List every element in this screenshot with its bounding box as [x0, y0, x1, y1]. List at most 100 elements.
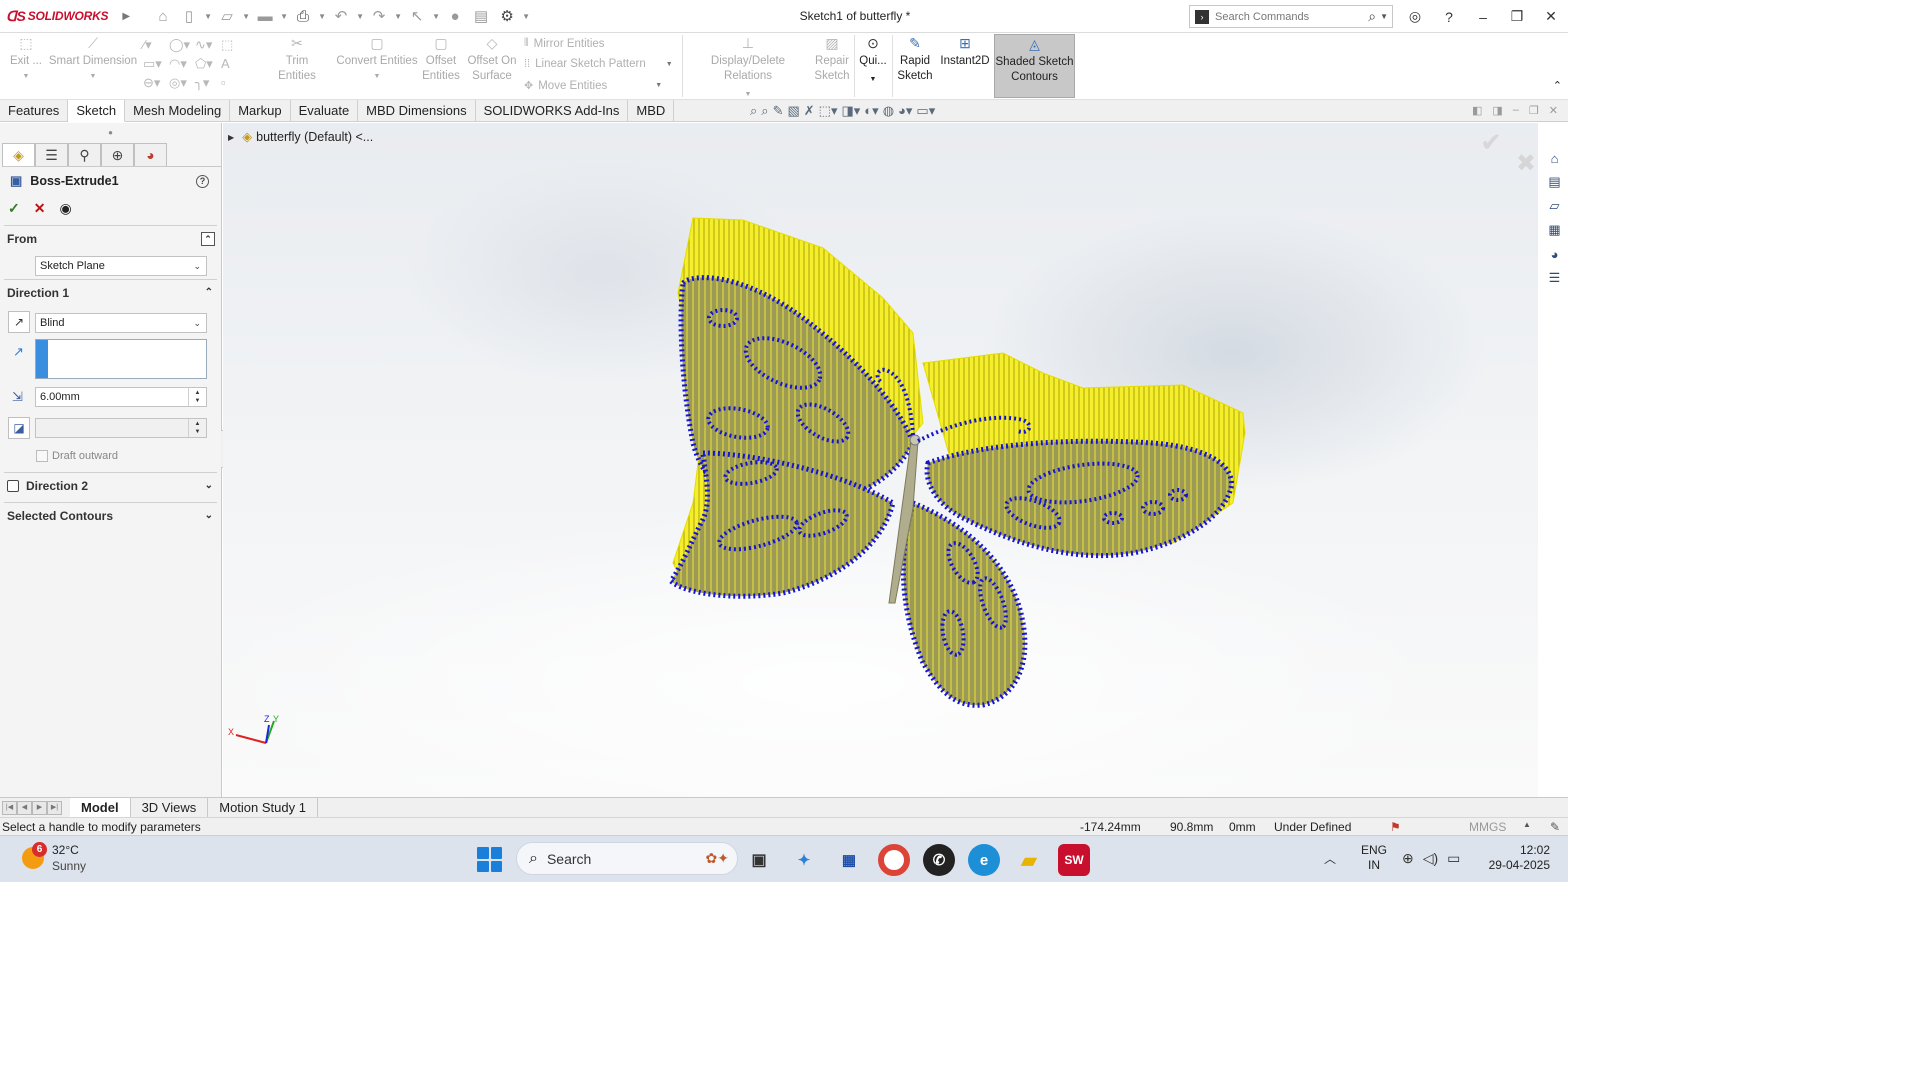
- file-explorer-icon[interactable]: ▰: [1013, 844, 1045, 876]
- search-icon[interactable]: ⌕: [1368, 8, 1376, 25]
- edge-icon[interactable]: e: [968, 844, 1000, 876]
- feature-manager-tab[interactable]: ◈: [2, 143, 35, 166]
- tab-mesh-modeling[interactable]: Mesh Modeling: [125, 100, 231, 122]
- tab-sketch[interactable]: Sketch: [68, 100, 126, 122]
- store-icon[interactable]: ▦: [833, 844, 865, 876]
- mirror-entities-button[interactable]: ⫴ Mirror Entities: [524, 37, 605, 50]
- close-button[interactable]: ✕: [1534, 8, 1568, 25]
- new-document-icon[interactable]: ▯: [178, 5, 200, 27]
- chevron-up-icon[interactable]: ▲: [1523, 820, 1531, 829]
- prev-tab-button[interactable]: ◀: [17, 800, 32, 815]
- tab-evaluate[interactable]: Evaluate: [291, 100, 359, 122]
- display-delete-relations-button[interactable]: ⊥ Display/Delete Relations ▼: [686, 36, 810, 102]
- panel-grip-icon[interactable]: ●: [0, 123, 221, 143]
- chevron-down-icon[interactable]: ▼: [242, 12, 250, 21]
- zoom-to-area-icon[interactable]: ⌕: [761, 103, 768, 119]
- direction2-checkbox[interactable]: [7, 479, 19, 492]
- view-orientation-icon[interactable]: ⬚▾: [819, 103, 838, 119]
- display-manager-tab[interactable]: ◕: [134, 143, 167, 166]
- rebuild-status-icon[interactable]: ⚑: [1390, 820, 1401, 834]
- next-tab-button[interactable]: ▶: [32, 800, 47, 815]
- chevron-down-icon[interactable]: ▼: [394, 12, 402, 21]
- property-manager-tab[interactable]: ☰: [35, 143, 68, 166]
- chevron-down-icon[interactable]: ▼: [1380, 12, 1388, 21]
- instant2d-button[interactable]: ⊞ Instant2D: [938, 36, 992, 69]
- convert-entities-button[interactable]: ▢ Convert Entities ▼: [335, 36, 419, 84]
- user-account-icon[interactable]: ◎: [1398, 8, 1432, 25]
- rapid-sketch-button[interactable]: ✎ Rapid Sketch: [896, 36, 934, 84]
- view-settings-icon[interactable]: ▭▾: [916, 103, 935, 119]
- section-view-icon[interactable]: ▧: [787, 103, 799, 119]
- configuration-manager-tab[interactable]: ⚲: [68, 143, 101, 166]
- from-select[interactable]: Sketch Plane ⌄: [35, 256, 207, 276]
- appearances-icon[interactable]: ◕: [1544, 244, 1566, 264]
- rectangle-icon[interactable]: ▭▾: [143, 56, 169, 72]
- whatsapp-icon[interactable]: ✆: [923, 844, 955, 876]
- last-tab-button[interactable]: ▶|: [47, 800, 62, 815]
- home-icon[interactable]: ⌂: [152, 5, 174, 27]
- edit-appearance-icon[interactable]: ◍: [883, 103, 894, 119]
- draft-angle-input[interactable]: ▲ ▼: [35, 418, 207, 438]
- previous-view-icon[interactable]: ✎: [773, 103, 784, 119]
- spline-icon[interactable]: ∿▾: [195, 37, 221, 53]
- open-folder-icon[interactable]: ▱: [216, 5, 238, 27]
- smart-dimension-button[interactable]: ⟋ Smart Dimension ▼: [48, 36, 138, 84]
- clock[interactable]: 12:02 29-04-2025: [1484, 843, 1550, 873]
- tab-solidworks-add-ins[interactable]: SOLIDWORKS Add-Ins: [476, 100, 629, 122]
- chevron-down-icon[interactable]: ▼: [318, 12, 326, 21]
- redo-icon[interactable]: ↷: [368, 5, 390, 27]
- chevron-down-icon[interactable]: ▼: [666, 61, 673, 68]
- direction1-group-header[interactable]: Direction 1 ⌃: [4, 279, 217, 305]
- collapse-ribbon-icon[interactable]: ⌃: [1553, 79, 1562, 92]
- select-cursor-icon[interactable]: ↖: [406, 5, 428, 27]
- cancel-button[interactable]: ✕: [34, 200, 46, 217]
- linear-sketch-pattern-button[interactable]: ⁞⁞ Linear Sketch Pattern ▼: [524, 58, 673, 70]
- tab-model[interactable]: Model: [70, 798, 131, 817]
- collapse-icon[interactable]: ⌃: [201, 231, 215, 246]
- plane-icon[interactable]: ▫: [221, 75, 247, 91]
- exit-sketch-button[interactable]: ⬚ Exit ... ▼: [8, 36, 44, 84]
- chevron-down-icon[interactable]: ▼: [655, 82, 662, 89]
- shaded-sketch-contours-button[interactable]: ◬ Shaded Sketch Contours: [994, 34, 1075, 98]
- viewport-close-icon[interactable]: ✕: [1549, 104, 1558, 117]
- tab-mbd[interactable]: MBD: [628, 100, 675, 122]
- solidworks-app-icon[interactable]: SW: [1058, 844, 1090, 876]
- zoom-to-fit-icon[interactable]: ⌕: [750, 103, 757, 119]
- design-library-icon[interactable]: ▤: [1544, 172, 1566, 192]
- direction-selection-box[interactable]: [35, 339, 207, 379]
- input-language[interactable]: ENG IN: [1361, 843, 1387, 873]
- customize-status-icon[interactable]: ✎: [1550, 820, 1560, 834]
- battery-icon[interactable]: ▭: [1447, 850, 1460, 867]
- print-icon[interactable]: ⎙: [292, 5, 314, 27]
- tab-motion-study[interactable]: Motion Study 1: [208, 798, 318, 817]
- tab-3d-views[interactable]: 3D Views: [131, 798, 209, 817]
- copilot-icon[interactable]: ✦: [788, 844, 820, 876]
- chevron-down-icon[interactable]: ▼: [432, 12, 440, 21]
- graphics-area[interactable]: ▶ ◈ butterfly (Default) <... ✔ ✖ X Z Y: [223, 123, 1538, 797]
- text-icon[interactable]: A: [221, 56, 247, 72]
- menu-expand-icon[interactable]: ▶: [122, 11, 130, 22]
- rebuild-icon[interactable]: ●: [444, 5, 466, 27]
- dynamic-annotation-icon[interactable]: ✗: [804, 103, 815, 119]
- taskbar-search[interactable]: ⌕ Search ✿✦: [516, 842, 738, 875]
- trim-entities-button[interactable]: ✂ Trim Entities: [266, 36, 328, 84]
- viewport-minimize-icon[interactable]: –: [1513, 104, 1519, 117]
- search-commands-input[interactable]: › Search Commands ⌕ ▼: [1189, 5, 1393, 28]
- tab-mbd-dimensions[interactable]: MBD Dimensions: [358, 100, 476, 122]
- point-icon[interactable]: ◎▾: [169, 75, 195, 91]
- tile-right-icon[interactable]: ◨: [1492, 104, 1502, 117]
- file-properties-icon[interactable]: ▤: [470, 5, 492, 27]
- quick-snaps-button[interactable]: ⊙ Qui... ▼: [858, 36, 888, 87]
- apply-scene-icon[interactable]: ◕▾: [898, 103, 912, 119]
- draft-angle-spinner[interactable]: ▲ ▼: [188, 419, 206, 437]
- gear-icon[interactable]: ⚙: [496, 5, 518, 27]
- slot-icon[interactable]: ⊖▾: [143, 75, 169, 91]
- minimize-button[interactable]: –: [1466, 9, 1500, 25]
- help-icon[interactable]: ?: [196, 174, 209, 188]
- offset-on-surface-button[interactable]: ◇ Offset On Surface: [465, 36, 519, 84]
- reverse-direction-button[interactable]: ↗: [8, 311, 30, 333]
- depth-spinner[interactable]: ▲ ▼: [188, 388, 206, 406]
- unit-system[interactable]: MMGS: [1469, 820, 1506, 834]
- display-style-icon[interactable]: ◨▾: [841, 103, 860, 119]
- first-tab-button[interactable]: |◀: [2, 800, 17, 815]
